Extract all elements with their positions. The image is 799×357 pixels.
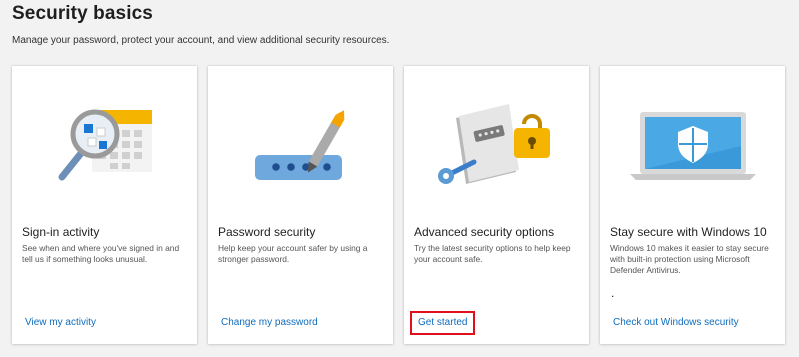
card-description: Windows 10 makes it easier to stay secur… bbox=[610, 243, 769, 275]
card-title: Password security bbox=[218, 225, 316, 239]
card-title: Sign-in activity bbox=[22, 225, 100, 239]
card-description: Help keep your account safer by using a … bbox=[218, 243, 368, 264]
password-pen-icon bbox=[255, 110, 345, 180]
calendar-magnifier-icon bbox=[58, 109, 152, 181]
page-title: Security basics bbox=[12, 3, 153, 24]
card-title: Advanced security options bbox=[414, 225, 555, 239]
card-sign-in-activity: Sign-in activity See when and where you'… bbox=[12, 66, 197, 344]
bullet-dot: . bbox=[611, 286, 615, 300]
card-advanced-security: Advanced security options Try the latest… bbox=[404, 66, 589, 344]
card-description: Try the latest security options to help … bbox=[414, 243, 571, 264]
laptop-shield-icon bbox=[630, 112, 756, 180]
change-my-password-link[interactable]: Change my password bbox=[221, 317, 318, 328]
page-subtitle: Manage your password, protect your accou… bbox=[12, 35, 390, 46]
card-description: See when and where you've signed in and … bbox=[22, 243, 180, 264]
view-my-activity-link[interactable]: View my activity bbox=[25, 317, 96, 328]
card-windows-security: Stay secure with Windows 10 Windows 10 m… bbox=[600, 66, 785, 344]
card-title: Stay secure with Windows 10 bbox=[610, 225, 767, 239]
check-out-windows-security-link[interactable]: Check out Windows security bbox=[613, 317, 739, 328]
card-password-security: Password security Help keep your account… bbox=[208, 66, 393, 344]
key-lock-icon bbox=[438, 104, 550, 184]
get-started-link[interactable]: Get started bbox=[410, 311, 476, 335]
